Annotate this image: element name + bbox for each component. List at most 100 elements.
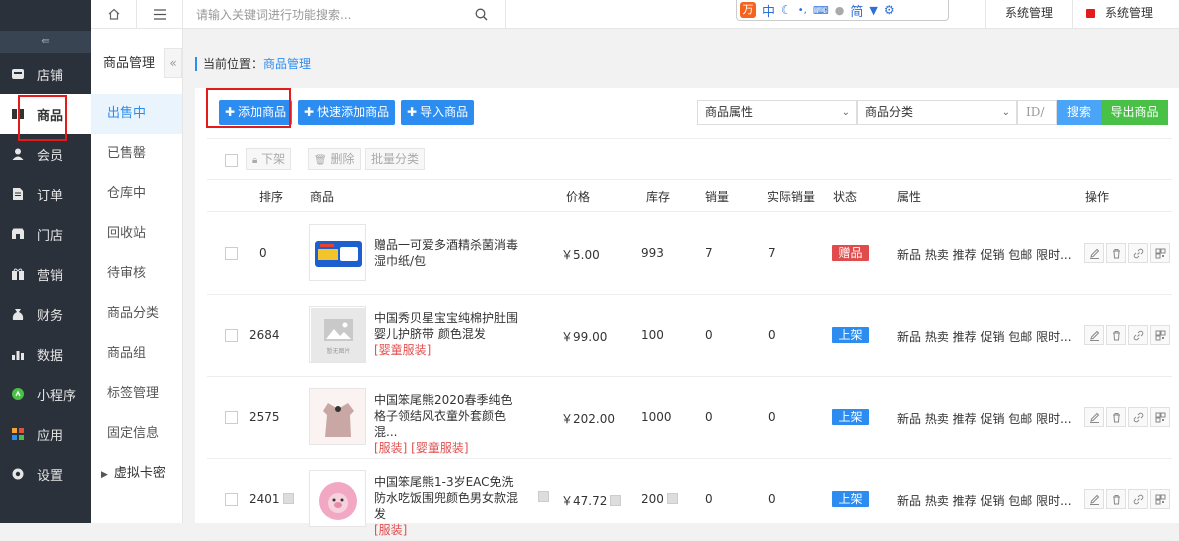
ime-simplified-mode[interactable]: 简 <box>850 1 863 20</box>
search-icon[interactable] <box>475 8 488 21</box>
product-name[interactable]: 赠品一可爱多酒精杀菌消毒湿巾纸/包 <box>374 237 524 269</box>
edit-pencil-icon[interactable] <box>610 495 622 506</box>
status-badge[interactable]: 上架 <box>832 409 869 425</box>
col-header-real-sales[interactable]: 实际销量 <box>767 188 815 205</box>
delete-row-button[interactable] <box>1106 407 1126 427</box>
batch-category-button[interactable]: 批量分类 <box>365 148 426 170</box>
sidebar-item-6[interactable]: 财务 <box>0 294 91 334</box>
row-stock[interactable]: 200 <box>641 492 678 506</box>
system-manage-link-2[interactable]: 系统管理 <box>1072 0 1176 29</box>
product-thumbnail[interactable] <box>309 470 366 527</box>
skin-icon[interactable]: ▼ <box>869 4 877 17</box>
product-thumbnail[interactable] <box>309 388 366 445</box>
product-tags[interactable]: [婴童服装] <box>374 343 431 357</box>
sub-nav-item-5[interactable]: 商品分类 <box>91 294 182 334</box>
edit-button[interactable] <box>1084 489 1104 509</box>
sidebar-collapse-toggle[interactable]: ⇚ <box>0 31 91 53</box>
ime-chinese-mode[interactable]: 中 <box>762 1 775 20</box>
home-button[interactable] <box>91 0 137 29</box>
copy-link-button[interactable] <box>1128 489 1148 509</box>
off-shelf-button[interactable]: 🔒︎ 下架 <box>246 148 292 170</box>
edit-pencil-icon[interactable] <box>666 493 678 504</box>
search-button[interactable]: 搜索 <box>1057 100 1101 125</box>
qrcode-button[interactable] <box>1150 325 1170 345</box>
sub-nav-item-1[interactable]: 已售罄 <box>91 134 182 174</box>
product-thumbnail[interactable] <box>309 224 366 281</box>
delete-row-button[interactable] <box>1106 243 1126 263</box>
sub-nav-item-8[interactable]: 固定信息 <box>91 414 182 454</box>
sidebar-item-7[interactable]: 数据 <box>0 334 91 374</box>
product-name[interactable]: 中国笨尾熊2020春季纯色格子领结风衣童外套颜色混... [服装] [婴童服装] <box>374 392 524 456</box>
col-header-sort[interactable]: 排序 <box>259 188 283 205</box>
goods-category-select[interactable]: 商品分类 ⌄ <box>857 100 1017 125</box>
row-price[interactable]: ￥202.00 <box>561 410 615 427</box>
quick-add-button[interactable]: ✚ 快速添加商品 <box>298 100 396 125</box>
import-goods-button[interactable]: ✚ 导入商品 <box>401 100 475 125</box>
delete-button[interactable]: 🗑︎ 删除 <box>308 148 361 170</box>
row-sort-value[interactable]: 2401 <box>249 492 294 506</box>
id-search-input[interactable]: ID/ <box>1017 100 1057 125</box>
edit-pencil-icon[interactable] <box>538 491 549 502</box>
product-tags[interactable]: [服装] <box>374 523 407 537</box>
product-thumbnail[interactable]: 暂无图片 <box>309 306 366 363</box>
delete-row-button[interactable] <box>1106 325 1126 345</box>
qrcode-button[interactable] <box>1150 489 1170 509</box>
sidebar-item-8[interactable]: 小程序 <box>0 374 91 414</box>
search-input[interactable]: 请输入关键词进行功能搜索... <box>196 6 351 23</box>
copy-link-button[interactable] <box>1128 243 1148 263</box>
system-manage-link-1[interactable]: 系统管理 <box>985 0 1072 29</box>
delete-row-button[interactable] <box>1106 489 1126 509</box>
row-price[interactable]: ￥5.00 <box>561 246 600 263</box>
select-all-checkbox[interactable] <box>225 154 238 167</box>
sidebar-item-4[interactable]: 门店 <box>0 214 91 254</box>
user-icon[interactable]: ● <box>835 4 845 17</box>
sub-nav-item-0[interactable]: 出售中 <box>91 94 182 134</box>
row-stock[interactable]: 1000 <box>641 410 672 424</box>
status-badge[interactable]: 上架 <box>832 491 869 507</box>
sidebar-item-0[interactable]: 店铺 <box>0 54 91 94</box>
moon-icon[interactable]: ☾ <box>781 3 792 17</box>
sub-nav-item-7[interactable]: 标签管理 <box>91 374 182 414</box>
sub-nav-item-6[interactable]: 商品组 <box>91 334 182 374</box>
sub-nav-virtual-card[interactable]: ▶ 虚拟卡密 <box>91 454 182 494</box>
row-sort-value[interactable]: 2575 <box>249 410 280 424</box>
row-stock[interactable]: 993 <box>641 246 664 260</box>
keyboard-icon[interactable]: ⌨ <box>813 4 829 17</box>
export-goods-button[interactable]: 导出商品 <box>1101 100 1168 125</box>
qrcode-button[interactable] <box>1150 243 1170 263</box>
copy-link-button[interactable] <box>1128 325 1148 345</box>
sidebar-item-9[interactable]: 应用 <box>0 414 91 454</box>
status-badge[interactable]: 赠品 <box>832 245 869 261</box>
row-stock[interactable]: 100 <box>641 328 664 342</box>
row-sort-value[interactable]: 0 <box>259 246 267 260</box>
product-tags[interactable]: [服装] [婴童服装] <box>374 441 469 455</box>
sub-nav-item-2[interactable]: 仓库中 <box>91 174 182 214</box>
product-name[interactable]: 中国笨尾熊1-3岁EAC免洗防水吃饭围兜颜色男女款混发 [服装] <box>374 474 524 538</box>
breadcrumb-current[interactable]: 商品管理 <box>263 57 311 71</box>
edit-button[interactable] <box>1084 243 1104 263</box>
row-price[interactable]: ￥47.72 <box>561 492 622 509</box>
status-badge[interactable]: 上架 <box>832 327 869 343</box>
ime-settings-icon[interactable]: ⚙ <box>884 3 895 17</box>
col-header-price[interactable]: 价格 <box>566 188 590 205</box>
sidebar-item-3[interactable]: 订单 <box>0 174 91 214</box>
product-name[interactable]: 中国秀贝星宝宝纯棉护肚围婴儿护脐带 颜色混发 [婴童服装] <box>374 310 524 358</box>
sub-nav-item-3[interactable]: 回收站 <box>91 214 182 254</box>
goods-attribute-select[interactable]: 商品属性 ⌄ <box>697 100 857 125</box>
row-checkbox[interactable] <box>225 493 238 506</box>
copy-link-button[interactable] <box>1128 407 1148 427</box>
row-checkbox[interactable] <box>225 247 238 260</box>
edit-button[interactable] <box>1084 407 1104 427</box>
col-header-stock[interactable]: 库存 <box>646 188 670 205</box>
sidebar-item-5[interactable]: 营销 <box>0 254 91 294</box>
ime-toolbar[interactable]: 万 中 ☾ •, ⌨ ● 简 ▼ ⚙ <box>736 0 949 21</box>
sub-nav-item-4[interactable]: 待审核 <box>91 254 182 294</box>
menu-toggle-button[interactable] <box>137 0 183 29</box>
edit-pencil-icon[interactable] <box>282 493 294 504</box>
punctuation-icon[interactable]: •, <box>798 5 807 16</box>
sub-nav-collapse-button[interactable]: « <box>164 48 182 78</box>
row-checkbox[interactable] <box>225 411 238 424</box>
edit-button[interactable] <box>1084 325 1104 345</box>
qrcode-button[interactable] <box>1150 407 1170 427</box>
sidebar-item-10[interactable]: 设置 <box>0 454 91 494</box>
